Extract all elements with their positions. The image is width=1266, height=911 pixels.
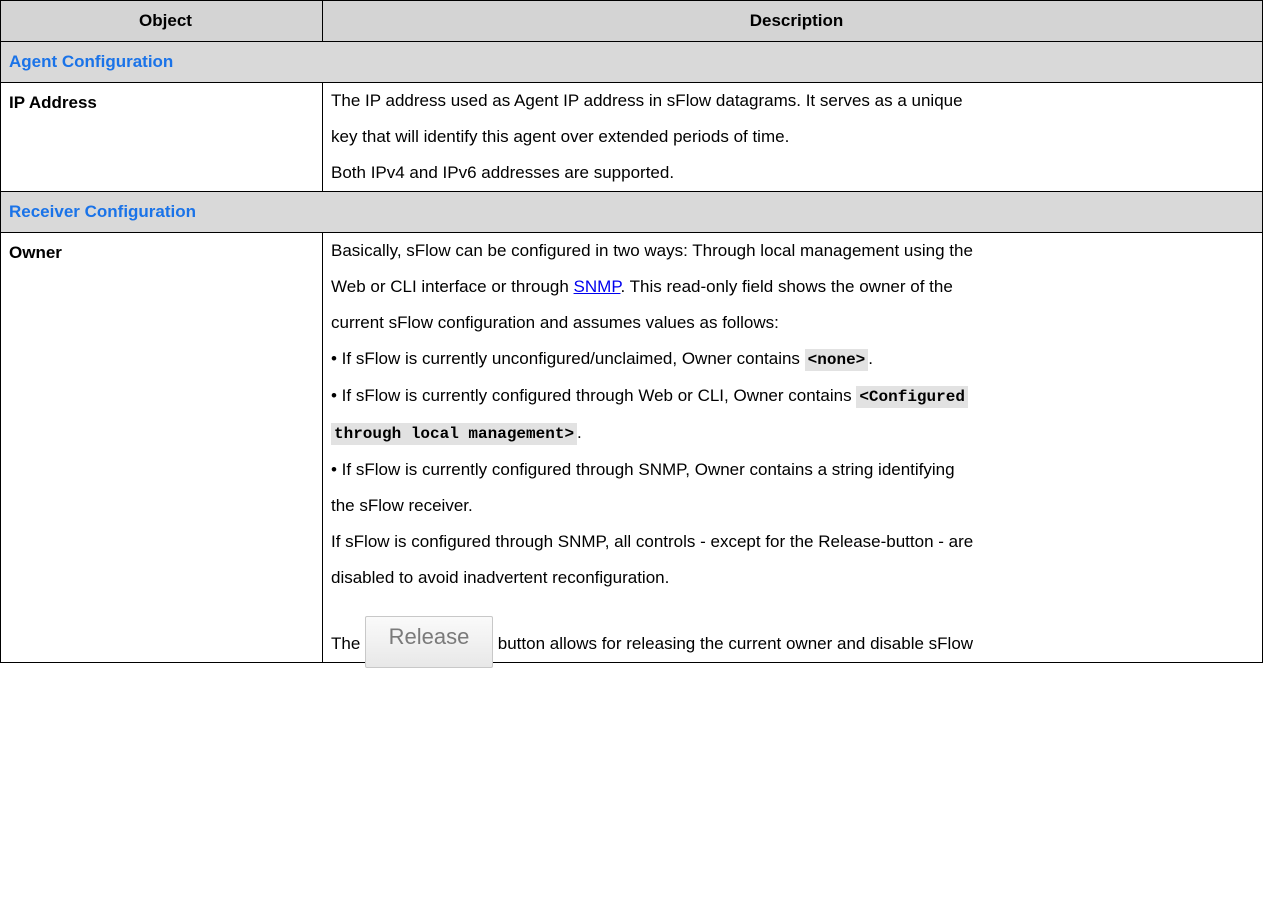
text-segment: The (331, 634, 366, 653)
column-header-description: Description (322, 0, 1263, 42)
description-line: the sFlow receiver. (331, 496, 473, 515)
bullet-line-local: • If sFlow is currently configured throu… (331, 378, 1262, 415)
description-line: The IP address used as Agent IP address … (331, 91, 963, 110)
description-line: If sFlow is configured through SNMP, all… (331, 532, 974, 551)
text-segment: . This read-only field shows the owner o… (620, 277, 953, 296)
text-segment: . (868, 349, 874, 368)
description-line: key that will identify this agent over e… (331, 127, 790, 146)
description-line: current sFlow configuration and assumes … (331, 313, 779, 332)
table-row-owner: Owner Basically, sFlow can be configured… (0, 232, 1263, 668)
value-code-local-management: through local management> (331, 423, 578, 445)
bullet-line-local-cont: through local management>. (331, 415, 1262, 452)
table-header-row: Object Description (0, 0, 1263, 42)
text-segment: . (577, 423, 582, 442)
description-line: disabled to avoid inadvertent reconfigur… (331, 568, 670, 587)
object-label-owner: Owner (0, 232, 323, 663)
section-title-agent-configuration: Agent Configuration (0, 41, 1263, 83)
section-row-receiver: Receiver Configuration (0, 191, 1263, 233)
description-owner: Basically, sFlow can be configured in tw… (322, 232, 1263, 668)
value-code-configured: <Configured (856, 386, 968, 408)
value-code-none: <none> (804, 349, 869, 371)
description-line: Web or CLI interface or through SNMP. Th… (331, 269, 1262, 305)
bullet-line-unconfigured: • If sFlow is currently unconfigured/unc… (331, 341, 1262, 378)
table-row-ip-address: IP Address The IP address used as Agent … (0, 82, 1263, 192)
text-segment: • If sFlow is currently configured throu… (331, 386, 857, 405)
text-segment: Web or CLI interface or through (331, 277, 574, 296)
text-segment: button allows for releasing the current … (493, 634, 974, 653)
snmp-link[interactable]: SNMP (574, 277, 621, 296)
bullet-line-snmp: • If sFlow is currently configured throu… (331, 460, 955, 479)
section-row-agent: Agent Configuration (0, 41, 1263, 83)
release-button[interactable]: Release (365, 616, 494, 668)
description-line: Basically, sFlow can be configured in tw… (331, 241, 973, 260)
section-title-receiver-configuration: Receiver Configuration (0, 191, 1263, 233)
description-line: Both IPv4 and IPv6 addresses are support… (331, 163, 675, 182)
text-segment: • If sFlow is currently unconfigured/unc… (331, 349, 805, 368)
description-table: Object Description Agent Configuration I… (0, 0, 1263, 668)
object-label-ip-address: IP Address (0, 82, 323, 192)
column-header-object: Object (0, 0, 323, 42)
description-ip-address: The IP address used as Agent IP address … (322, 82, 1263, 192)
description-line-release: The Release button allows for releasing … (331, 616, 1262, 668)
